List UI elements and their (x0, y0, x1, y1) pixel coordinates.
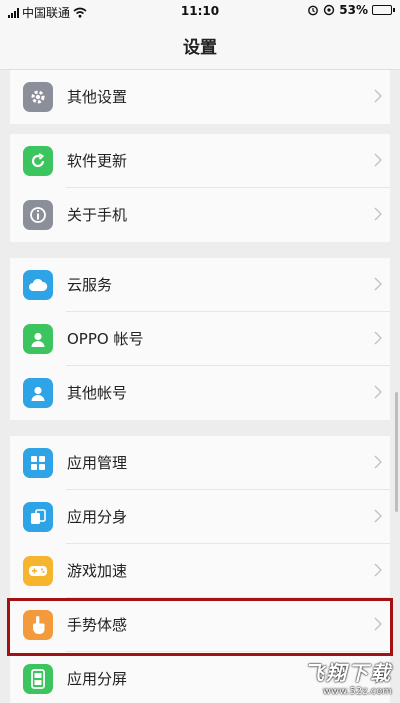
settings-item-label: 应用分屏 (67, 670, 128, 688)
settings-item-label: 云服务 (67, 276, 113, 294)
update-icon (23, 146, 53, 176)
settings-group-2: 软件更新 关于手机 (10, 134, 390, 242)
chevron-right-icon (374, 385, 382, 399)
battery-percent: 53% (339, 3, 368, 17)
settings-item-game-acceleration[interactable]: 游戏加速 (10, 544, 390, 598)
settings-group-3: 云服务 OPPO 帐号 其他帐号 (10, 258, 390, 420)
settings-item-label: 其他设置 (67, 88, 128, 106)
settings-item-software-update[interactable]: 软件更新 (10, 134, 390, 188)
settings-list[interactable]: 其他设置 软件更新 关于手机 云服务 OPPO 帐号 其他帐号 应用管理 应用分… (0, 70, 400, 703)
settings-item-other-settings[interactable]: 其他设置 (10, 70, 390, 124)
chevron-right-icon (374, 617, 382, 631)
status-bar: 中国联通 11:10 53% (0, 0, 400, 22)
settings-item-other-accounts[interactable]: 其他帐号 (10, 366, 390, 420)
chevron-right-icon (374, 331, 382, 345)
status-right: 53% (307, 3, 395, 17)
settings-item-about-phone[interactable]: 关于手机 (10, 188, 390, 242)
settings-item-gesture-motion[interactable]: 手势体感 (10, 598, 390, 652)
settings-group-1: 其他设置 (10, 70, 390, 124)
settings-item-label: 其他帐号 (67, 384, 128, 402)
watermark-url: www.52z.com (322, 686, 392, 697)
gamepad-icon (23, 556, 53, 586)
scrollbar[interactable] (395, 392, 398, 512)
split-screen-icon (23, 664, 53, 694)
user-icon (23, 378, 53, 408)
settings-item-label: 游戏加速 (67, 562, 128, 580)
settings-item-app-clone[interactable]: 应用分身 (10, 490, 390, 544)
chevron-right-icon (374, 277, 382, 291)
settings-item-label: 软件更新 (67, 152, 128, 170)
app-clone-icon (23, 502, 53, 532)
chevron-right-icon (374, 153, 382, 167)
settings-item-oppo-account[interactable]: OPPO 帐号 (10, 312, 390, 366)
settings-item-label: OPPO 帐号 (67, 330, 144, 348)
cloud-icon (23, 270, 53, 300)
chevron-right-icon (374, 89, 382, 103)
alarm-icon (308, 5, 319, 16)
chevron-right-icon (374, 207, 382, 221)
settings-item-app-management[interactable]: 应用管理 (10, 436, 390, 490)
page-title: 设置 (0, 22, 400, 70)
settings-item-label: 应用分身 (67, 508, 128, 526)
gear-icon (23, 82, 53, 112)
settings-item-label: 关于手机 (67, 206, 128, 224)
settings-item-cloud-service[interactable]: 云服务 (10, 258, 390, 312)
watermark-title: 飞翔下载 (304, 661, 392, 685)
info-icon (23, 200, 53, 230)
settings-item-label: 应用管理 (67, 454, 128, 472)
chevron-right-icon (374, 455, 382, 469)
settings-item-label: 手势体感 (67, 616, 128, 634)
sync-icon (324, 4, 335, 16)
chevron-right-icon (374, 563, 382, 577)
user-icon (23, 324, 53, 354)
watermark: 飞翔下载 www.52z.com (304, 657, 392, 697)
gesture-hand-icon (23, 610, 53, 640)
battery-icon (372, 5, 395, 15)
apps-grid-icon (23, 448, 53, 478)
chevron-right-icon (374, 509, 382, 523)
